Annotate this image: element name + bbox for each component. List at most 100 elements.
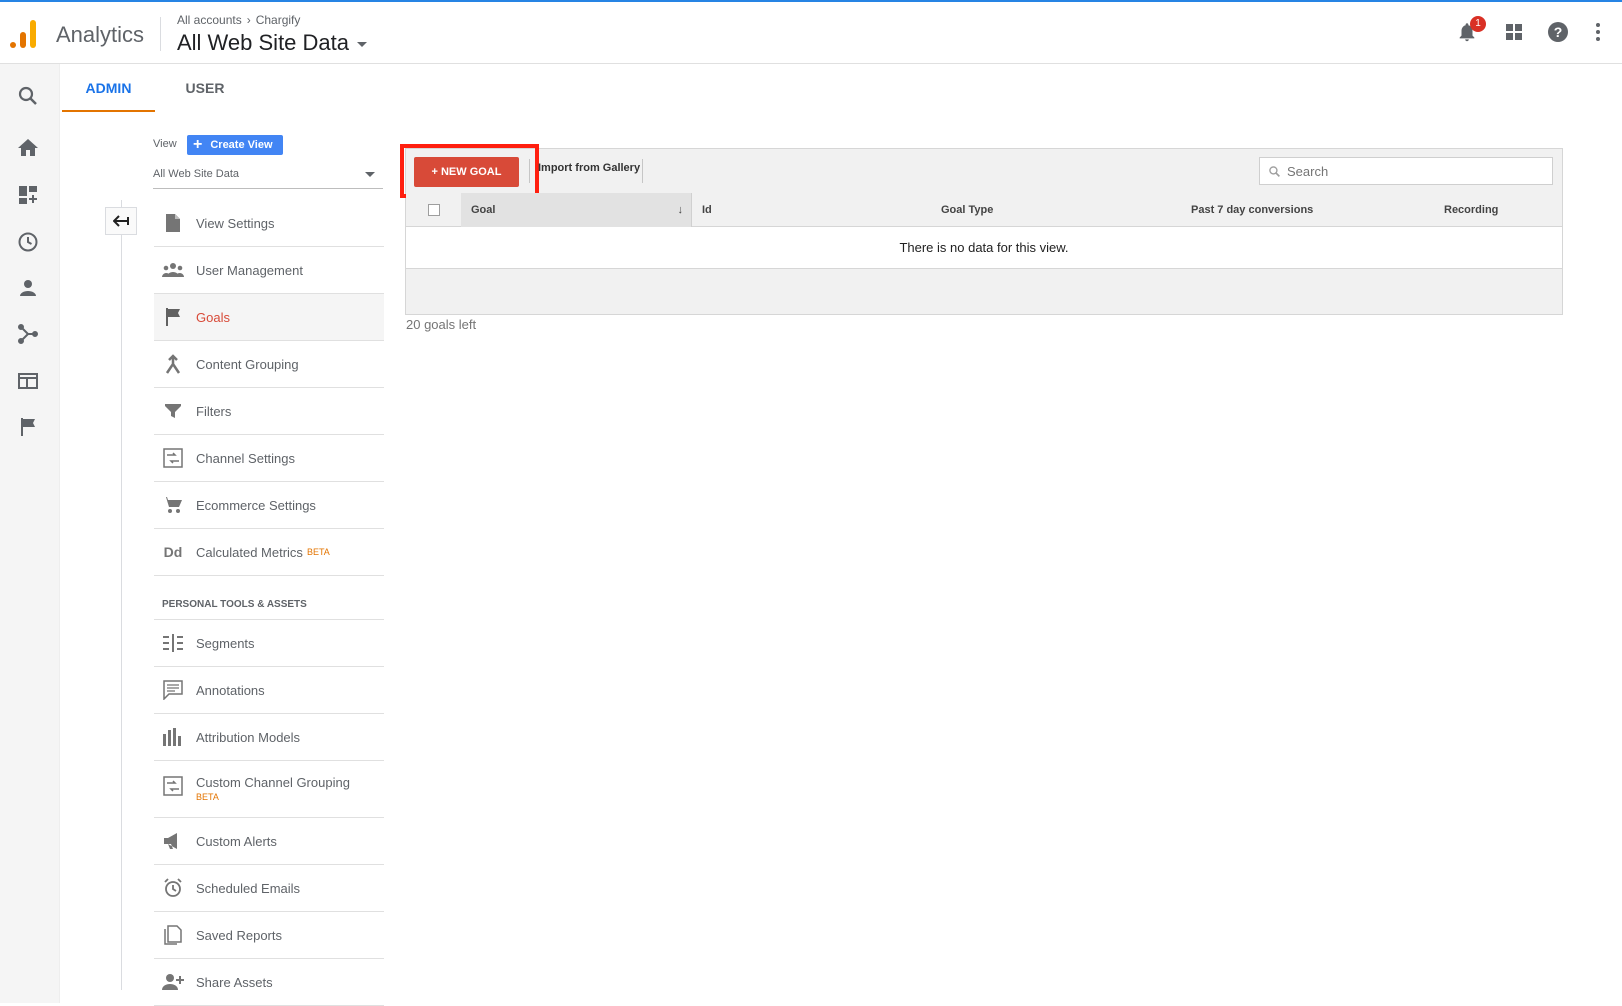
menu-item-channel-settings[interactable]: Channel Settings [154, 435, 384, 482]
segments-icon [162, 632, 184, 654]
menu-label: Filters [196, 403, 232, 419]
annotations-icon [162, 679, 184, 701]
menu-label: Share Assets [196, 974, 273, 990]
admin-tabs: ADMIN USER [60, 64, 1622, 112]
app-name: Analytics [56, 22, 145, 47]
table-header: Goal ↓ Id Goal Type Past 7 day conversio… [406, 193, 1562, 227]
create-view-label: Create View [210, 139, 273, 151]
customization-icon[interactable] [16, 183, 40, 207]
menu-item-annotations[interactable]: Annotations [154, 667, 384, 714]
view-dropdown-value: All Web Site Data [153, 168, 240, 180]
menu-label: User Management [196, 262, 303, 278]
breadcrumb-property[interactable]: Chargify [256, 13, 301, 27]
flag-icon [162, 306, 184, 328]
dd-icon: Dd [163, 544, 183, 560]
left-rail [0, 64, 60, 1003]
behavior-icon[interactable] [16, 369, 40, 393]
menu-label: Ecommerce Settings [196, 497, 316, 513]
saved-reports-icon [162, 924, 184, 946]
menu-label: Attribution Models [196, 729, 301, 745]
column-header-goal-type[interactable]: Goal Type [941, 193, 993, 227]
menu-item-goals[interactable]: Goals [154, 294, 384, 341]
menu-item-calculated-metrics[interactable]: Dd Calculated Metrics BETA [154, 529, 384, 576]
menu-label: Custom Channel Grouping [196, 775, 350, 790]
apps-button[interactable] [1502, 20, 1528, 46]
column-header-id[interactable]: Id [702, 193, 712, 227]
goals-left-count: 20 goals left [406, 317, 477, 332]
tab-admin[interactable]: ADMIN [62, 64, 155, 112]
menu-item-segments[interactable]: Segments [154, 620, 384, 667]
menu-item-content-grouping[interactable]: Content Grouping [154, 341, 384, 388]
header-divider [160, 17, 161, 51]
menu-label: Annotations [196, 682, 265, 698]
more-vert-icon [1596, 23, 1600, 41]
view-label: View [153, 138, 177, 150]
menu-label: Content Grouping [196, 356, 299, 372]
breadcrumb-account[interactable]: All accounts [177, 13, 242, 27]
channel-icon [162, 447, 184, 469]
breadcrumb[interactable]: All accounts › Chargify [177, 13, 300, 27]
menu-label-wrap: Custom Channel Grouping BETA [196, 775, 350, 802]
menu-item-ecommerce-settings[interactable]: Ecommerce Settings [154, 482, 384, 529]
beta-badge: BETA [306, 547, 330, 557]
notification-badge: 1 [1470, 16, 1486, 32]
analytics-logo[interactable] [10, 18, 40, 48]
top-bar: Analytics All accounts › Chargify All Web … [0, 0, 1622, 64]
create-view-button[interactable]: + Create View [187, 135, 283, 155]
people-icon [162, 259, 184, 281]
new-goal-button[interactable]: + NEW GOAL [414, 157, 519, 187]
filter-icon [162, 400, 184, 422]
menu-label: Goals [196, 309, 230, 325]
admin-menu: View Settings User Management Goals Cont… [154, 200, 384, 1006]
chevron-right-icon: › [246, 13, 251, 27]
menu-item-scheduled-emails[interactable]: Scheduled Emails [154, 865, 384, 912]
beta-badge: BETA [196, 792, 219, 802]
column-header-goal[interactable]: Goal ↓ [461, 193, 692, 227]
tab-user[interactable]: USER [165, 64, 245, 112]
megaphone-icon [162, 830, 184, 852]
content-grouping-icon [162, 353, 184, 375]
audience-icon[interactable] [16, 276, 40, 300]
search-placeholder: Search [1287, 163, 1329, 179]
select-all-checkbox[interactable] [428, 204, 440, 216]
caret-down-icon [357, 42, 368, 47]
menu-item-user-management[interactable]: User Management [154, 247, 384, 294]
search-icon[interactable] [16, 84, 40, 108]
sort-arrow-icon: ↓ [677, 204, 684, 216]
view-title: All Web Site Data [177, 30, 350, 55]
column-header-recording[interactable]: Recording [1444, 193, 1498, 227]
help-button[interactable]: ? [1546, 20, 1572, 46]
acquisition-icon[interactable] [16, 322, 40, 346]
menu-item-filters[interactable]: Filters [154, 388, 384, 435]
menu-label: Scheduled Emails [196, 880, 301, 896]
menu-label: Custom Alerts [196, 833, 277, 849]
realtime-icon[interactable] [16, 230, 40, 254]
home-icon[interactable] [16, 136, 40, 160]
search-input[interactable]: Search [1259, 157, 1553, 185]
conversions-icon[interactable] [16, 415, 40, 439]
column-header-past-7-day-conversions[interactable]: Past 7 day conversions [1191, 193, 1313, 227]
collapse-button[interactable] [105, 207, 137, 235]
svg-text:?: ? [1554, 24, 1563, 40]
menu-label: Segments [196, 635, 255, 651]
menu-item-custom-alerts[interactable]: Custom Alerts [154, 818, 384, 865]
notifications-button[interactable]: 1 [1456, 16, 1486, 46]
column-label: Goal [471, 204, 496, 216]
help-icon: ? [1548, 22, 1568, 42]
menu-item-share-assets[interactable]: Share Assets [154, 959, 384, 1006]
view-selector[interactable]: All Web Site Data [177, 30, 368, 56]
apps-grid-icon [1506, 24, 1522, 40]
menu-item-saved-reports[interactable]: Saved Reports [154, 912, 384, 959]
menu-item-view-settings[interactable]: View Settings [154, 200, 384, 247]
menu-item-custom-channel-grouping[interactable]: Custom Channel Grouping BETA [154, 761, 384, 818]
document-icon [162, 212, 184, 234]
nav-divider-line [121, 200, 122, 990]
menu-label: Calculated Metrics [196, 544, 303, 560]
menu-item-attribution-models[interactable]: Attribution Models [154, 714, 384, 761]
view-dropdown[interactable]: All Web Site Data [153, 163, 383, 189]
import-from-gallery-button[interactable]: Import from Gallery [538, 162, 640, 174]
more-button[interactable] [1592, 20, 1604, 46]
empty-table-message: There is no data for this view. [406, 227, 1562, 269]
share-assets-icon [162, 971, 184, 993]
menu-label: View Settings [196, 215, 275, 231]
